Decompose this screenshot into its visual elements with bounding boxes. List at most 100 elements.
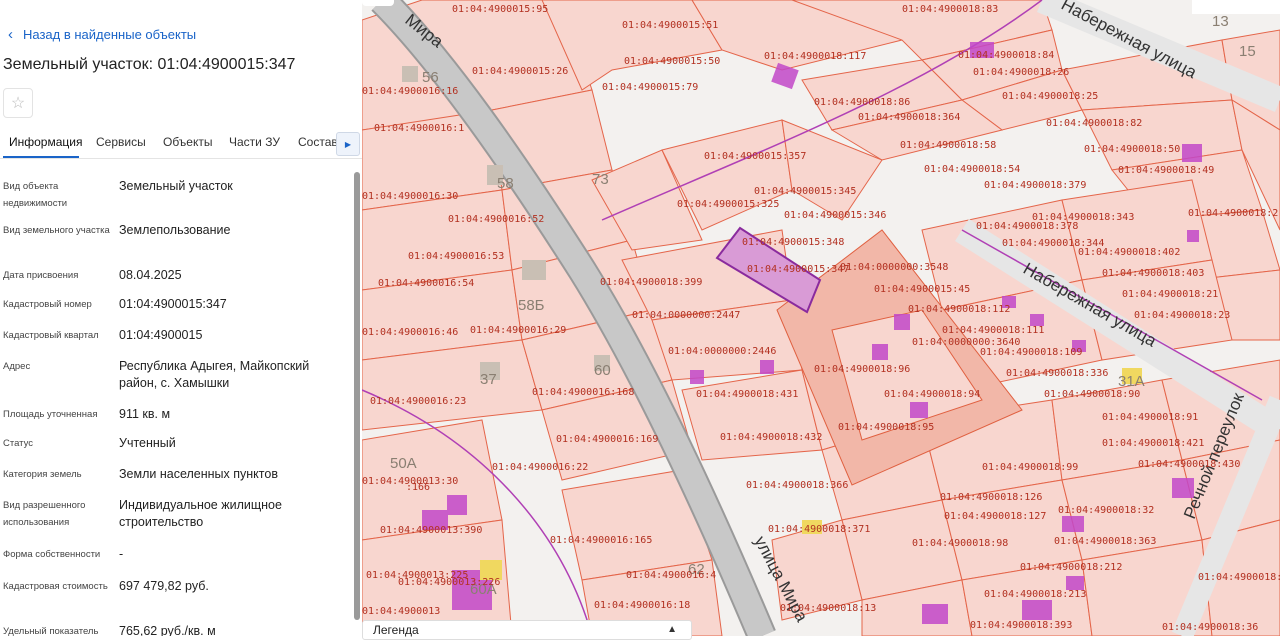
parcel-label: 01:04:4900018:399 — [600, 277, 702, 288]
parcel-label: 01:04:4900018:109 — [980, 347, 1082, 358]
house-number: 31А — [1118, 373, 1145, 390]
cadastral-map[interactable]: Мира Набережная улица Набережная улица у… — [362, 0, 1280, 636]
parcel-label: 01:04:4900018:213 — [984, 589, 1086, 600]
info-value: Индивидуальное жилищное строительство — [119, 498, 282, 529]
parcel-label: 01:04:4900018:23 — [1134, 310, 1230, 321]
parcel-label: 01:04:4900018:49 — [1118, 165, 1214, 176]
parcel-label: 01:04:4900018:96 — [814, 364, 910, 375]
legend-bar[interactable]: Легенда ▲ — [362, 620, 692, 640]
parcel-label: 01:04:4900015:79 — [602, 82, 698, 93]
house-number: 15 — [1239, 43, 1256, 60]
parcel-label: 01:04:4900018:127 — [944, 511, 1046, 522]
map-top-control[interactable] — [362, 0, 394, 6]
parcel-label: 01:04:4900018:2 — [1188, 208, 1278, 219]
tab-objects[interactable]: Объекты — [163, 135, 213, 149]
parcel-label: 01:04:4900018:366 — [746, 480, 848, 491]
parcel-label: 01:04:4900016:1 — [374, 123, 464, 134]
parcel-label: 01:04:4900018:2 — [1198, 572, 1280, 583]
back-link-label: Назад в найденные объекты — [23, 27, 197, 42]
info-label: Удельный показатель — [3, 626, 99, 636]
parcel-label: 01:04:4900018:431 — [696, 389, 798, 400]
active-tab-indicator — [3, 156, 79, 158]
parcel-label: 01:04:4900018:58 — [900, 140, 996, 151]
tabs-scroll-right-icon[interactable]: ▶ — [336, 132, 360, 156]
house-number: 37 — [480, 371, 497, 388]
info-value: Учтенный — [119, 436, 176, 450]
parcel-label: 01:04:4900018:430 — [1138, 459, 1240, 470]
parcel-label: 01:04:4900018:363 — [1054, 536, 1156, 547]
info-value: Республика Адыгея, Майкопский район, с. … — [119, 359, 310, 390]
chevron-left-icon: ‹ — [8, 26, 13, 43]
info-label: Кадастровый квартал — [3, 330, 99, 341]
parcel-label: 01:04:4900016:165 — [550, 535, 652, 546]
parcel-label: 01:04:4900015:95 — [452, 4, 548, 15]
parcel-label: 01:04:4900016:53 — [408, 251, 504, 262]
parcel-label: 01:04:4900016:46 — [362, 327, 458, 338]
parcel-label: 01:04:4900018:378 — [976, 221, 1078, 232]
info-label: Вид объекта недвижимости — [3, 181, 68, 209]
parcel-label: 01:04:4900016:22 — [492, 462, 588, 473]
tab-bar: Информация Сервисы Объекты Части ЗУ Сост… — [0, 124, 362, 159]
map-canvas: Мира Набережная улица Набережная улица у… — [362, 0, 1280, 636]
parcel-label: 01:04:4900018:21 — [1122, 289, 1218, 300]
tab-services[interactable]: Сервисы — [96, 135, 146, 149]
info-value: 697 479,82 руб. — [119, 579, 209, 593]
parcel-label: 01:04:4900018:82 — [1046, 118, 1142, 129]
parcel-label: 01:04:4900018:50 — [1084, 144, 1180, 155]
parcel-label: 01:04:4900016:52 — [448, 214, 544, 225]
info-value: 08.04.2025 — [119, 268, 182, 282]
parcel-label: 01:04:4900018:91 — [1102, 412, 1198, 423]
info-label: Кадастровая стоимость — [3, 581, 108, 592]
parcel-label: 01:04:4900018:90 — [1044, 389, 1140, 400]
parcel-label: 01:04:4900018:98 — [912, 538, 1008, 549]
map-top-right-control[interactable] — [1192, 0, 1280, 14]
parcel-label: 01:04:0000000:2447 — [632, 310, 740, 321]
info-value: - — [119, 547, 124, 561]
parcel-label: 01:04:4900016:18 — [594, 600, 690, 611]
info-value: Земли населенных пунктов — [119, 467, 278, 481]
parcel-label: 01:04:4900015:50 — [624, 56, 720, 67]
parcel-label: 01:04:4900018:84 — [958, 50, 1054, 61]
info-panel: ‹ Назад в найденные объекты Земельный уч… — [0, 0, 362, 636]
parcel-label: 01:04:4900018:421 — [1102, 438, 1204, 449]
parcel-label: 01:04:4900016:4 — [626, 570, 716, 581]
house-number: 13 — [1212, 13, 1229, 30]
info-value: 01:04:4900015 — [119, 328, 203, 342]
panel-scrollbar[interactable] — [354, 172, 360, 620]
parcel-label: 01:04:4900015:347 — [747, 264, 849, 275]
tab-info[interactable]: Информация — [9, 135, 82, 149]
parcel-label: 01:04:4900016:16 — [362, 86, 458, 97]
parcel-label: 01:04:4900016:169 — [556, 434, 658, 445]
info-value: 01:04:4900015:347 — [119, 297, 227, 311]
info-value: Землепользование — [119, 223, 231, 237]
legend-label: Легенда — [373, 623, 419, 637]
info-label: Адрес — [3, 361, 31, 372]
parcel-label: 01:04:4900013:390 — [380, 525, 482, 536]
parcel-label: 01:04:0000000:3548 — [840, 262, 948, 273]
parcel-label: 01:04:4900018:26 — [973, 67, 1069, 78]
favorite-star-icon[interactable]: ☆ — [3, 88, 33, 118]
house-number: 58 — [497, 175, 514, 192]
parcel-label: 01:04:4900018:371 — [768, 524, 870, 535]
back-link[interactable]: ‹ Назад в найденные объекты — [8, 27, 196, 42]
parcel-label: 01:04:4900015:325 — [677, 199, 779, 210]
info-label: Кадастровый номер — [3, 299, 92, 310]
parcel-label: 01:04:4900018:25 — [1002, 91, 1098, 102]
parcel-label: 01:04:4900018:432 — [720, 432, 822, 443]
parcel-label: 01:04:4900015:345 — [754, 186, 856, 197]
parcel-label: 01:04:4900018:126 — [940, 492, 1042, 503]
info-label: Вид земельного участка — [3, 225, 110, 236]
parcel-label: 01:04:4900018:212 — [1020, 562, 1122, 573]
parcel-label: 01:04:4900015:346 — [784, 210, 886, 221]
parcel-label: 01:04:4900018:83 — [902, 4, 998, 15]
parcel-label: 01:04:4900018:99 — [982, 462, 1078, 473]
info-label: Категория земель — [3, 469, 82, 480]
parcel-label: :166 — [406, 482, 430, 493]
parcel-label: 01:04:4900015:51 — [622, 20, 718, 31]
info-label: Вид разрешенного использования — [3, 500, 86, 528]
parcel-label: 01:04:4900018:111 — [942, 325, 1044, 336]
tab-parts[interactable]: Части ЗУ — [229, 135, 280, 149]
info-value: Земельный участок — [119, 179, 233, 193]
tab-composition[interactable]: Состав — [298, 135, 338, 149]
parcel-label: 01:04:4900016:29 — [470, 325, 566, 336]
